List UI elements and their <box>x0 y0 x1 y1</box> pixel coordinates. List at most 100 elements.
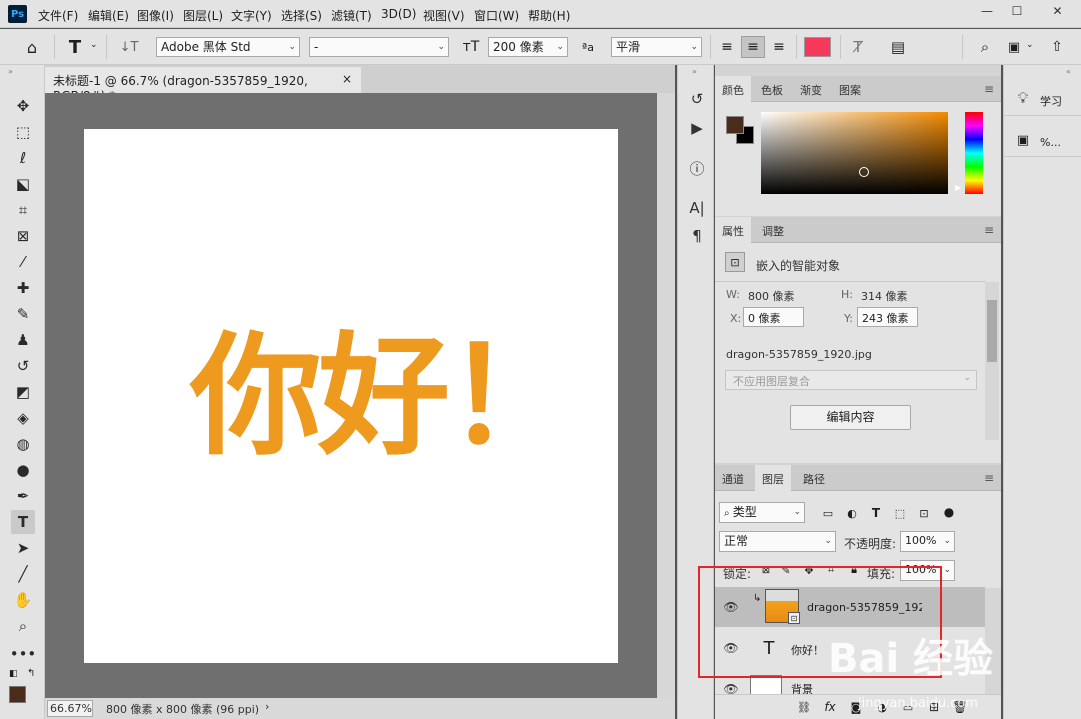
chevron-down-icon[interactable]: ⌄ <box>90 40 98 50</box>
default-colors-icon[interactable]: ◧ <box>9 669 18 679</box>
edit-contents-button[interactable]: 编辑内容 <box>790 405 911 430</box>
path-select-icon[interactable]: ➤ <box>11 536 35 560</box>
foreground-color-swatch[interactable] <box>726 116 744 134</box>
panel-menu-icon[interactable]: ≡ <box>984 223 994 237</box>
menu-layer[interactable]: 图层(L) <box>183 7 223 24</box>
character-panel-icon[interactable]: ▤ <box>887 36 909 58</box>
character-icon[interactable]: A| <box>686 197 708 219</box>
y-position-input[interactable]: 243 像素 <box>857 307 918 327</box>
workspace-icon[interactable]: ▣ <box>1003 36 1025 58</box>
eraser-tool-icon[interactable]: ◩ <box>11 380 35 404</box>
move-tool-icon[interactable]: ✥ <box>11 94 35 118</box>
document-tab[interactable]: 未标题-1 @ 66.7% (dragon-5357859_1920, RGB/… <box>45 67 361 103</box>
object-select-tool-icon[interactable]: ⬕ <box>11 172 35 196</box>
filter-smart-object-icon[interactable]: ⊡ <box>916 505 932 521</box>
filter-type-icon[interactable]: T <box>868 505 884 521</box>
tab-adjustments[interactable]: 调整 <box>755 217 791 243</box>
collapse-icon[interactable]: « <box>1066 67 1071 76</box>
tab-color[interactable]: 颜色 <box>715 76 751 102</box>
dodge-tool-icon[interactable]: ● <box>11 458 35 482</box>
pen-tool-icon[interactable]: ✒ <box>11 484 35 508</box>
more-tools-icon[interactable]: ••• <box>10 642 37 666</box>
canvas-scrollbar[interactable] <box>657 93 675 698</box>
menu-image[interactable]: 图像(I) <box>137 7 174 24</box>
filter-pixel-icon[interactable]: ▭ <box>820 505 836 521</box>
panel-menu-icon[interactable]: ≡ <box>984 471 994 485</box>
filter-adjustment-icon[interactable]: ◐ <box>844 505 860 521</box>
font-style-select[interactable]: - ⌄ <box>309 37 449 57</box>
zoom-tool-icon[interactable]: ⌕ <box>11 614 35 638</box>
chevron-down-icon[interactable]: ⌄ <box>1026 40 1034 50</box>
stamp-tool-icon[interactable]: ♟ <box>11 328 35 352</box>
scrollbar-thumb[interactable] <box>987 300 997 362</box>
minimize-button[interactable]: — <box>972 0 1002 22</box>
lasso-tool-icon[interactable]: ℓ <box>11 146 35 170</box>
collapse-icon[interactable]: » <box>692 67 697 76</box>
color-picker-handle[interactable] <box>859 167 869 177</box>
eyedropper-tool-icon[interactable]: ⁄ <box>11 250 35 274</box>
antialias-select[interactable]: 平滑 ⌄ <box>611 37 702 57</box>
brush-tool-icon[interactable]: ✎ <box>11 302 35 326</box>
menu-type[interactable]: 文字(Y) <box>231 7 272 24</box>
tab-layers[interactable]: 图层 <box>755 465 791 491</box>
line-tool-icon[interactable]: ╱ <box>11 562 35 586</box>
opacity-input[interactable]: 100% ⌄ <box>900 531 955 552</box>
blend-mode-select[interactable]: 正常 ⌄ <box>719 531 836 552</box>
text-orientation-icon[interactable]: ↓T <box>118 38 140 56</box>
actions-play-icon[interactable]: ▶ <box>686 117 708 139</box>
healing-brush-icon[interactable]: ✚ <box>11 276 35 300</box>
tab-swatches[interactable]: 色板 <box>754 76 790 102</box>
tab-patterns[interactable]: 图案 <box>832 76 868 102</box>
collapse-icon[interactable]: » <box>8 67 13 76</box>
search-icon[interactable]: ⌕ <box>974 36 996 58</box>
menu-file[interactable]: 文件(F) <box>38 7 78 24</box>
hue-slider-handle[interactable]: ▶ <box>955 183 961 192</box>
panel-menu-icon[interactable]: ≡ <box>984 82 994 96</box>
info-icon[interactable]: ⓘ <box>686 157 708 179</box>
layer-filter-select[interactable]: ⌕ 类型 ⌄ <box>719 502 805 523</box>
align-right-icon[interactable]: ≡ <box>768 37 790 57</box>
tab-properties[interactable]: 属性 <box>715 217 751 243</box>
warp-text-icon[interactable]: Ⱦ <box>847 36 869 58</box>
restore-button[interactable]: ☐ <box>1002 0 1032 22</box>
close-icon[interactable]: × <box>342 72 352 86</box>
hue-slider[interactable] <box>965 112 983 194</box>
home-icon[interactable]: ⌂ <box>22 37 42 57</box>
font-size-input[interactable]: 200 像素 ⌄ <box>488 37 568 57</box>
color-field[interactable] <box>761 112 948 194</box>
tab-gradients[interactable]: 渐变 <box>793 76 829 102</box>
zoom-field[interactable]: 66.67% <box>47 700 93 717</box>
x-position-input[interactable]: 0 像素 <box>743 307 804 327</box>
align-center-icon[interactable]: ≡ <box>741 36 765 58</box>
canvas-text-layer[interactable]: 你好！ <box>190 290 578 481</box>
frame-tool-icon[interactable]: ⊠ <box>11 224 35 248</box>
menu-view[interactable]: 视图(V) <box>423 7 465 24</box>
history-icon[interactable]: ↺ <box>686 88 708 110</box>
libraries-button[interactable]: ▣ %... <box>1004 123 1081 157</box>
crop-tool-icon[interactable]: ⌗ <box>11 198 35 222</box>
marquee-tool-icon[interactable]: ⬚ <box>11 120 35 144</box>
learn-button[interactable]: 💡︎ 学习 <box>1004 82 1081 116</box>
align-left-icon[interactable]: ≡ <box>716 37 738 57</box>
menu-select[interactable]: 选择(S) <box>281 7 322 24</box>
paint-bucket-icon[interactable]: ◈ <box>11 406 35 430</box>
paragraph-icon[interactable]: ¶ <box>686 225 708 247</box>
chevron-right-icon[interactable]: › <box>265 700 269 713</box>
swap-colors-icon[interactable]: ↰ <box>27 668 35 679</box>
blur-tool-icon[interactable]: ◍ <box>11 432 35 456</box>
link-layers-icon[interactable]: ⛓︎ <box>795 699 813 715</box>
fx-icon[interactable]: fx <box>821 699 839 715</box>
text-color-swatch[interactable] <box>804 37 831 57</box>
filter-shape-icon[interactable]: ⬚ <box>892 505 908 521</box>
type-tool-icon[interactable]: T <box>66 36 84 58</box>
tab-channels[interactable]: 通道 <box>715 465 751 491</box>
foreground-color-swatch[interactable] <box>9 686 26 703</box>
menu-3d[interactable]: 3D(D) <box>381 7 416 21</box>
history-brush-icon[interactable]: ↺ <box>11 354 35 378</box>
menu-filter[interactable]: 滤镜(T) <box>331 7 372 24</box>
tab-paths[interactable]: 路径 <box>796 465 832 491</box>
menu-help[interactable]: 帮助(H) <box>528 7 570 24</box>
close-window-button[interactable]: ✕ <box>1034 0 1081 22</box>
hand-tool-icon[interactable]: ✋ <box>11 588 35 612</box>
font-family-select[interactable]: Adobe 黑体 Std ⌄ <box>156 37 300 57</box>
